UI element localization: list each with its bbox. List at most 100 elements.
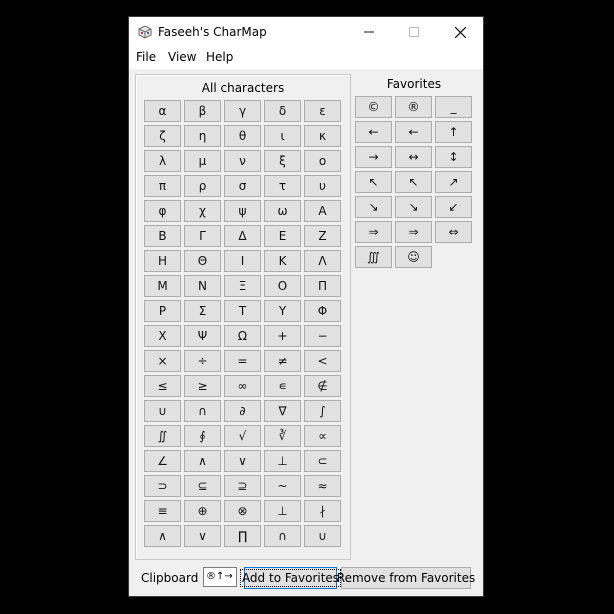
char-button-25[interactable]: Β: [144, 225, 181, 247]
char-button-14[interactable]: ο: [304, 150, 341, 172]
favorite-char-button-4[interactable]: ←: [395, 121, 432, 143]
char-button-53[interactable]: ≠: [264, 350, 301, 372]
char-button-41[interactable]: Σ: [184, 300, 221, 322]
char-button-38[interactable]: Ο: [264, 275, 301, 297]
char-button-4[interactable]: ε: [304, 100, 341, 122]
favorite-char-button-2[interactable]: _: [435, 96, 472, 118]
remove-from-favorites-button[interactable]: Remove from Favorites: [337, 567, 475, 589]
char-button-9[interactable]: κ: [304, 125, 341, 147]
char-button-29[interactable]: Ζ: [304, 225, 341, 247]
char-button-43[interactable]: Υ: [264, 300, 301, 322]
char-button-31[interactable]: Θ: [184, 250, 221, 272]
char-button-58[interactable]: ∊: [264, 375, 301, 397]
favorite-char-button-5[interactable]: ↑: [435, 121, 472, 143]
favorite-char-button-9[interactable]: ↖: [355, 171, 392, 193]
char-button-71[interactable]: ∧: [184, 450, 221, 472]
char-button-19[interactable]: υ: [304, 175, 341, 197]
char-button-42[interactable]: Τ: [224, 300, 261, 322]
char-button-74[interactable]: ⊂: [304, 450, 341, 472]
char-button-76[interactable]: ⊆: [184, 475, 221, 497]
char-button-0[interactable]: α: [144, 100, 181, 122]
char-button-32[interactable]: Ι: [224, 250, 261, 272]
char-button-17[interactable]: σ: [224, 175, 261, 197]
char-button-39[interactable]: Π: [304, 275, 341, 297]
char-button-68[interactable]: ∛: [264, 425, 301, 447]
char-button-48[interactable]: +: [264, 325, 301, 347]
char-button-21[interactable]: χ: [184, 200, 221, 222]
char-button-86[interactable]: ∨: [184, 525, 221, 547]
char-button-84[interactable]: ∤: [304, 500, 341, 522]
char-button-47[interactable]: Ω: [224, 325, 261, 347]
char-button-59[interactable]: ∉: [304, 375, 341, 397]
char-button-7[interactable]: θ: [224, 125, 261, 147]
char-button-61[interactable]: ∩: [184, 400, 221, 422]
title-bar[interactable]: Faseeh's CharMap: [129, 17, 483, 47]
favorite-char-button-8[interactable]: ↕: [435, 146, 472, 168]
char-button-52[interactable]: =: [224, 350, 261, 372]
favorite-char-button-18[interactable]: ∭: [355, 246, 392, 268]
char-button-8[interactable]: ι: [264, 125, 301, 147]
char-button-45[interactable]: Χ: [144, 325, 181, 347]
clipboard-field[interactable]: ®↑→: [203, 567, 237, 587]
char-button-78[interactable]: ~: [264, 475, 301, 497]
char-button-82[interactable]: ⊗: [224, 500, 261, 522]
char-button-89[interactable]: ∪: [304, 525, 341, 547]
char-button-56[interactable]: ≥: [184, 375, 221, 397]
char-button-24[interactable]: Α: [304, 200, 341, 222]
char-button-22[interactable]: ψ: [224, 200, 261, 222]
char-button-64[interactable]: ∫: [304, 400, 341, 422]
char-button-60[interactable]: ∪: [144, 400, 181, 422]
char-button-49[interactable]: −: [304, 325, 341, 347]
char-button-28[interactable]: Ε: [264, 225, 301, 247]
char-button-40[interactable]: Ρ: [144, 300, 181, 322]
char-button-85[interactable]: ∧: [144, 525, 181, 547]
char-button-87[interactable]: ∏: [224, 525, 261, 547]
char-button-18[interactable]: τ: [264, 175, 301, 197]
menu-help[interactable]: Help: [206, 50, 233, 64]
char-button-54[interactable]: <: [304, 350, 341, 372]
char-button-26[interactable]: Γ: [184, 225, 221, 247]
maximize-button[interactable]: [391, 17, 436, 47]
char-button-33[interactable]: Κ: [264, 250, 301, 272]
menu-file[interactable]: File: [136, 50, 156, 64]
char-button-55[interactable]: ≤: [144, 375, 181, 397]
char-button-65[interactable]: ∬: [144, 425, 181, 447]
char-button-83[interactable]: ⊥: [264, 500, 301, 522]
char-button-75[interactable]: ⊃: [144, 475, 181, 497]
favorite-char-button-16[interactable]: ⇒: [395, 221, 432, 243]
char-button-34[interactable]: Λ: [304, 250, 341, 272]
char-button-81[interactable]: ⊕: [184, 500, 221, 522]
char-button-20[interactable]: φ: [144, 200, 181, 222]
favorite-char-button-11[interactable]: ↗: [435, 171, 472, 193]
menu-view[interactable]: View: [168, 50, 196, 64]
favorite-char-button-17[interactable]: ⇔: [435, 221, 472, 243]
favorite-char-button-15[interactable]: ⇒: [355, 221, 392, 243]
char-button-44[interactable]: Φ: [304, 300, 341, 322]
char-button-46[interactable]: Ψ: [184, 325, 221, 347]
char-button-35[interactable]: Μ: [144, 275, 181, 297]
char-button-63[interactable]: ∇: [264, 400, 301, 422]
close-button[interactable]: [438, 17, 483, 47]
char-button-1[interactable]: β: [184, 100, 221, 122]
char-button-13[interactable]: ξ: [264, 150, 301, 172]
char-button-73[interactable]: ⊥: [264, 450, 301, 472]
char-button-79[interactable]: ≈: [304, 475, 341, 497]
favorite-char-button-14[interactable]: ↙: [435, 196, 472, 218]
char-button-15[interactable]: π: [144, 175, 181, 197]
favorite-char-button-6[interactable]: →: [355, 146, 392, 168]
char-button-69[interactable]: ∝: [304, 425, 341, 447]
char-button-12[interactable]: ν: [224, 150, 261, 172]
char-button-77[interactable]: ⊇: [224, 475, 261, 497]
char-button-72[interactable]: ∨: [224, 450, 261, 472]
char-button-11[interactable]: μ: [184, 150, 221, 172]
char-button-80[interactable]: ≡: [144, 500, 181, 522]
char-button-16[interactable]: ρ: [184, 175, 221, 197]
favorite-char-button-13[interactable]: ↘: [395, 196, 432, 218]
char-button-5[interactable]: ζ: [144, 125, 181, 147]
char-button-57[interactable]: ∞: [224, 375, 261, 397]
favorite-char-button-10[interactable]: ↖: [395, 171, 432, 193]
add-to-favorites-button[interactable]: Add to Favorites: [239, 567, 342, 589]
char-button-88[interactable]: ∩: [264, 525, 301, 547]
char-button-10[interactable]: λ: [144, 150, 181, 172]
favorite-char-button-19[interactable]: ☺: [395, 246, 432, 268]
